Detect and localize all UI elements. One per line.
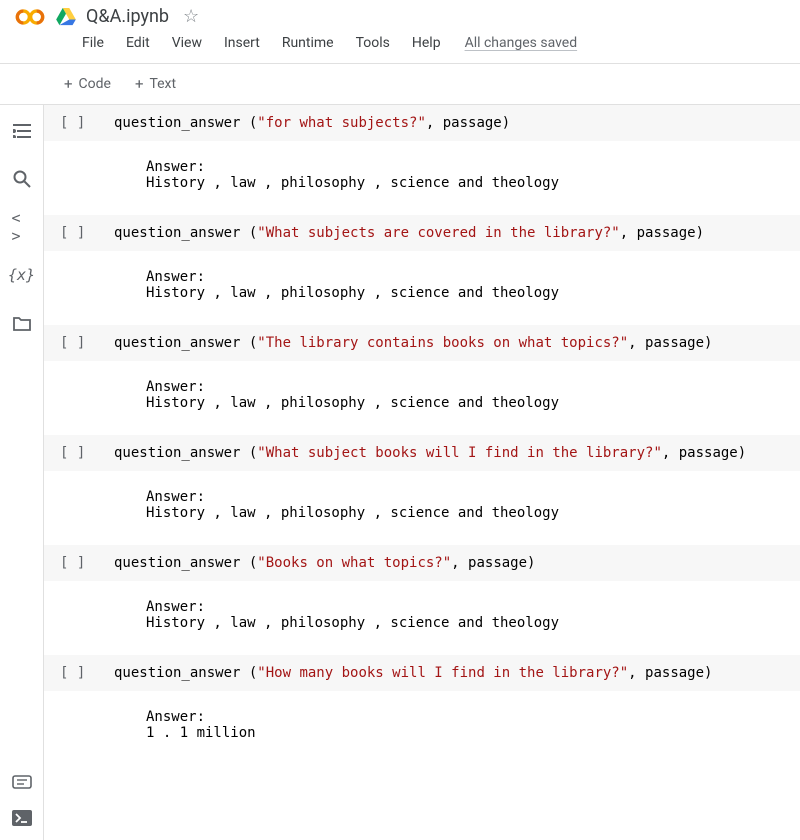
variables-icon[interactable]: {x} bbox=[12, 265, 32, 285]
code-string: "Books on what topics?" bbox=[257, 555, 451, 571]
menu-help[interactable]: Help bbox=[402, 31, 451, 55]
command-palette-icon[interactable] bbox=[12, 772, 32, 792]
code-arg: , passage) bbox=[426, 115, 510, 131]
star-icon[interactable]: ☆ bbox=[183, 6, 199, 27]
code-cell[interactable]: [ ] question_answer ("What subject books… bbox=[44, 435, 800, 471]
code-fn: question_answer bbox=[114, 555, 249, 571]
cell-output: Answer: History , law , philosophy , sci… bbox=[44, 471, 800, 545]
code-arg: , passage) bbox=[662, 445, 746, 461]
code-string: "What subjects are covered in the librar… bbox=[257, 225, 619, 241]
plus-icon: + bbox=[64, 77, 73, 92]
toc-icon[interactable] bbox=[12, 121, 32, 141]
menu-edit[interactable]: Edit bbox=[116, 31, 160, 55]
header: Q&A.ipynb ☆ File Edit View Insert Runtim… bbox=[0, 0, 800, 64]
menu-file[interactable]: File bbox=[72, 31, 114, 55]
cell-gutter: [ ] bbox=[60, 555, 90, 571]
code-line[interactable]: question_answer ("What subjects are cove… bbox=[114, 225, 704, 241]
code-string: "for what subjects?" bbox=[257, 115, 426, 131]
menubar: File Edit View Insert Runtime Tools Help… bbox=[0, 27, 800, 63]
main: < > {x} [ ] question_answer ("for what s… bbox=[0, 105, 800, 840]
add-text-label: Text bbox=[149, 76, 176, 92]
code-string: "How many books will I find in the libra… bbox=[257, 665, 628, 681]
cell-output: Answer: 1 . 1 million bbox=[44, 691, 800, 765]
code-arg: , passage) bbox=[628, 665, 712, 681]
document-title[interactable]: Q&A.ipynb bbox=[86, 6, 169, 27]
cell-gutter: [ ] bbox=[60, 445, 90, 461]
add-code-label: Code bbox=[79, 76, 111, 92]
code-string: "The library contains books on what topi… bbox=[257, 335, 628, 351]
plus-icon: + bbox=[135, 77, 144, 92]
code-arg: , passage) bbox=[628, 335, 712, 351]
code-arg: , passage) bbox=[620, 225, 704, 241]
menu-tools[interactable]: Tools bbox=[346, 31, 400, 55]
notebook-area[interactable]: [ ] question_answer ("for what subjects?… bbox=[44, 105, 800, 840]
add-text-button[interactable]: + Text bbox=[127, 72, 184, 96]
code-line[interactable]: question_answer ("What subject books wil… bbox=[114, 445, 746, 461]
search-icon[interactable] bbox=[12, 169, 32, 189]
code-cell[interactable]: [ ] question_answer ("for what subjects?… bbox=[44, 105, 800, 141]
files-icon[interactable] bbox=[12, 313, 32, 333]
code-string: "What subject books will I find in the l… bbox=[257, 445, 662, 461]
menu-insert[interactable]: Insert bbox=[214, 31, 270, 55]
menu-runtime[interactable]: Runtime bbox=[272, 31, 344, 55]
code-cell[interactable]: [ ] question_answer ("What subjects are … bbox=[44, 215, 800, 251]
code-cell[interactable]: [ ] question_answer ("Books on what topi… bbox=[44, 545, 800, 581]
code-line[interactable]: question_answer ("How many books will I … bbox=[114, 665, 712, 681]
add-code-button[interactable]: + Code bbox=[56, 72, 119, 96]
cell-gutter: [ ] bbox=[60, 115, 90, 131]
code-fn: question_answer bbox=[114, 225, 249, 241]
cell-gutter: [ ] bbox=[60, 225, 90, 241]
header-top: Q&A.ipynb ☆ bbox=[0, 6, 800, 27]
left-rail: < > {x} bbox=[0, 105, 44, 840]
toolbar: + Code + Text bbox=[0, 64, 800, 105]
code-fn: question_answer bbox=[114, 335, 249, 351]
cell-output: Answer: History , law , philosophy , sci… bbox=[44, 361, 800, 435]
cell-output: Answer: History , law , philosophy , sci… bbox=[44, 251, 800, 325]
menu-view[interactable]: View bbox=[162, 31, 212, 55]
code-cell[interactable]: [ ] question_answer ("How many books wil… bbox=[44, 655, 800, 691]
cell-output: Answer: History , law , philosophy , sci… bbox=[44, 581, 800, 655]
code-fn: question_answer bbox=[114, 665, 249, 681]
cell-gutter: [ ] bbox=[60, 335, 90, 351]
code-arg: , passage) bbox=[451, 555, 535, 571]
drive-icon bbox=[56, 8, 76, 26]
code-fn: question_answer bbox=[114, 445, 249, 461]
cell-output: Answer: History , law , philosophy , sci… bbox=[44, 141, 800, 215]
terminal-icon[interactable] bbox=[12, 808, 32, 828]
code-fn: question_answer bbox=[114, 115, 249, 131]
colab-logo-icon[interactable] bbox=[14, 7, 46, 27]
code-line[interactable]: question_answer ("for what subjects?", p… bbox=[114, 115, 510, 131]
snippets-icon[interactable]: < > bbox=[12, 217, 32, 237]
cell-gutter: [ ] bbox=[60, 665, 90, 681]
code-line[interactable]: question_answer ("Books on what topics?"… bbox=[114, 555, 535, 571]
code-line[interactable]: question_answer ("The library contains b… bbox=[114, 335, 712, 351]
save-status[interactable]: All changes saved bbox=[465, 35, 578, 51]
code-cell[interactable]: [ ] question_answer ("The library contai… bbox=[44, 325, 800, 361]
